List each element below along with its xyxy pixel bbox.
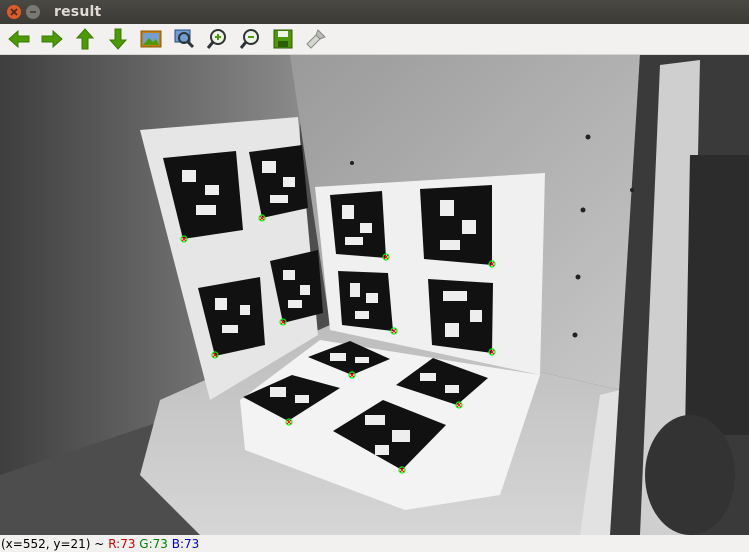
pixel-blue-value: B:73 — [171, 537, 200, 551]
zoom-original-button[interactable] — [139, 27, 163, 51]
toolbar — [0, 24, 749, 55]
status-bar: (x=552, y=21) ~ R:73 G:73 B:73 — [0, 536, 749, 552]
zoom-in-icon — [206, 29, 226, 49]
title-bar[interactable]: result — [0, 0, 749, 24]
right-window — [685, 155, 749, 435]
pan-up-button[interactable] — [73, 27, 97, 51]
close-icon — [10, 8, 18, 16]
arrow-down-icon — [108, 28, 128, 50]
pan-right-button[interactable] — [40, 27, 64, 51]
arrow-right-icon — [41, 29, 63, 49]
minimize-icon — [30, 11, 36, 13]
zoom-out-icon — [239, 29, 259, 49]
camera-image — [0, 55, 749, 535]
zoom-fit-button[interactable] — [172, 27, 196, 51]
brush-icon — [306, 29, 326, 49]
pan-left-button[interactable] — [7, 27, 31, 51]
image-view[interactable] — [0, 55, 749, 535]
pan-down-button[interactable] — [106, 27, 130, 51]
cursor-coords: (x=552, y=21) ~ — [1, 537, 105, 551]
window-title: result — [54, 4, 102, 20]
minimize-button[interactable] — [26, 5, 40, 19]
opencv-window: result (x=552, y=21) ~ R:73 G:73 B:73 — [0, 0, 749, 552]
save-icon — [273, 29, 293, 49]
pixel-green-value: G:73 — [139, 537, 168, 551]
properties-button[interactable] — [304, 27, 328, 51]
zoom-out-button[interactable] — [238, 27, 262, 51]
close-button[interactable] — [7, 5, 21, 19]
image-icon — [140, 30, 162, 48]
zoom-in-button[interactable] — [205, 27, 229, 51]
arrow-left-icon — [8, 29, 30, 49]
save-button[interactable] — [271, 27, 295, 51]
pixel-red-value: R:73 — [108, 537, 136, 551]
right-object — [645, 415, 735, 535]
arrow-up-icon — [75, 28, 95, 50]
zoom-fit-icon — [174, 29, 195, 49]
